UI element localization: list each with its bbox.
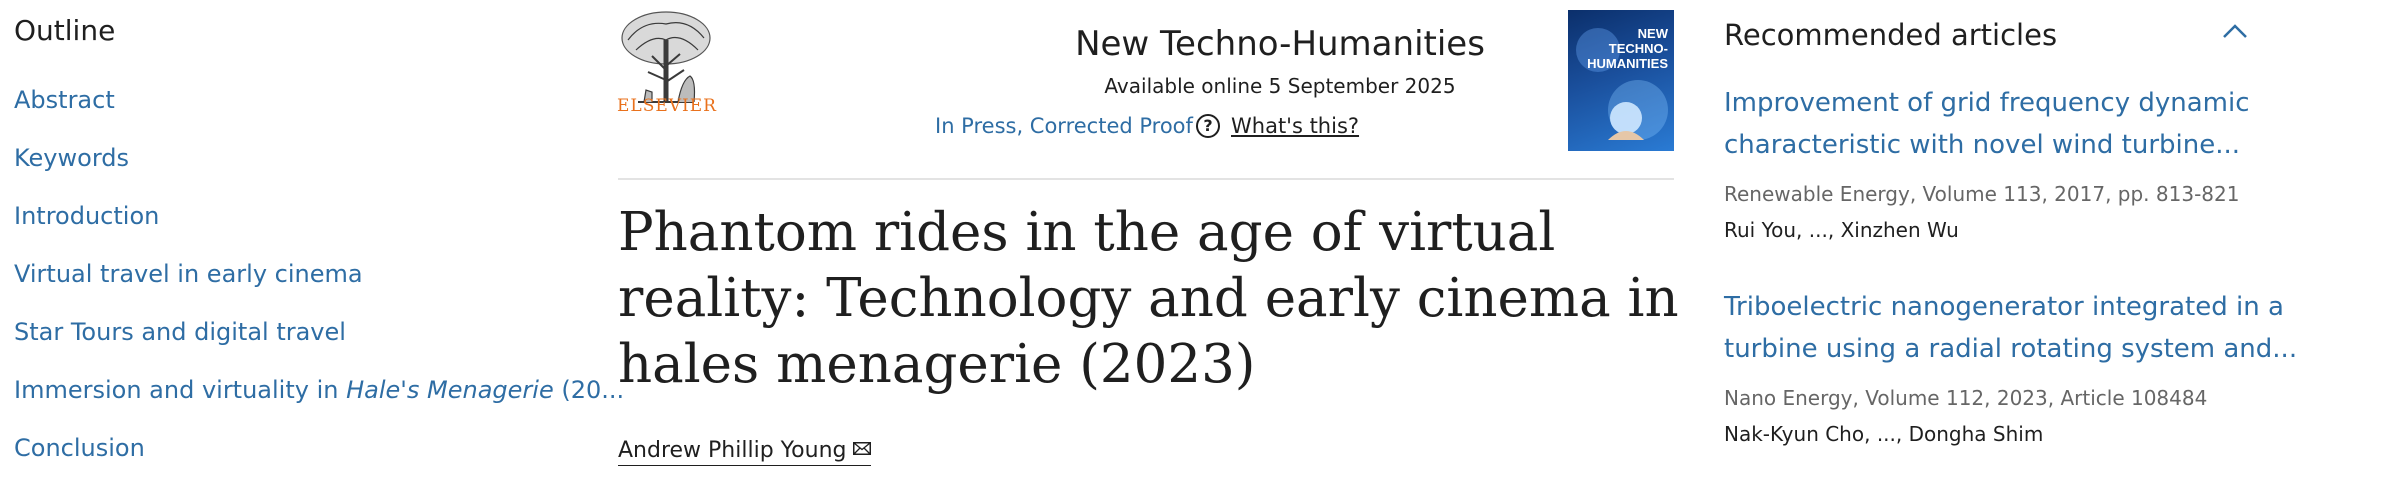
recommended-item-1-title-line-1: Improvement of grid frequency dynamic <box>1724 88 2250 118</box>
outline-item-conclusion[interactable]: Conclusion <box>14 434 624 492</box>
recommended-item-2-source: Nano Energy, Volume 112, 2023, Article 1… <box>1724 386 2208 410</box>
recommended-item-1-source: Renewable Energy, Volume 113, 2017, pp. … <box>1724 182 2240 206</box>
outline-title: Outline <box>14 14 116 47</box>
outline-item-immersion-em: Hale's Menagerie <box>346 376 554 404</box>
cover-title-line-1: NEW <box>1637 26 1668 41</box>
outline-item-introduction[interactable]: Introduction <box>14 202 624 260</box>
recommended-item-2-title-line-2: turbine using a radial rotating system a… <box>1724 334 2298 364</box>
header-divider <box>618 178 1674 180</box>
chevron-up-icon[interactable] <box>2222 22 2248 40</box>
whats-this-link[interactable]: What's this? <box>1231 114 1359 138</box>
recommended-item-2-title-line-1: Triboelectric nanogenerator integrated i… <box>1724 292 2284 322</box>
outline-item-star-tours[interactable]: Star Tours and digital travel <box>14 318 624 376</box>
help-icon[interactable]: ? <box>1196 114 1220 138</box>
author-link[interactable]: Andrew Phillip Young <box>618 438 871 466</box>
recommended-item-1-title[interactable]: Improvement of grid frequency dynamic ch… <box>1724 82 2284 166</box>
cover-title-line-3: HUMANITIES <box>1587 56 1668 71</box>
outline-item-keywords[interactable]: Keywords <box>14 144 624 202</box>
mail-icon <box>852 442 871 455</box>
recommended-item-1-authors: Rui You, ..., Xinzhen Wu <box>1724 218 1959 242</box>
recommended-title: Recommended articles <box>1724 18 2058 52</box>
outline-item-immersion-pre: Immersion and virtuality in <box>14 376 347 404</box>
elsevier-wordmark: ELSEVIER <box>617 96 717 116</box>
outline-item-virtual-travel[interactable]: Virtual travel in early cinema <box>14 260 624 318</box>
journal-cover-image[interactable]: NEW TECHNO- HUMANITIES <box>1568 10 1674 151</box>
outline-item-immersion-post: (20... <box>553 376 625 404</box>
author-name: Andrew Phillip Young <box>618 438 847 463</box>
outline-item-immersion[interactable]: Immersion and virtuality in Hale's Menag… <box>14 376 624 434</box>
cover-title-line-2: TECHNO- <box>1608 41 1668 56</box>
article-title: Phantom rides in the age of virtual real… <box>618 202 1679 395</box>
cover-title: NEW TECHNO- HUMANITIES <box>1587 26 1668 71</box>
recommended-item-2-authors: Nak-Kyun Cho, ..., Dongha Shim <box>1724 422 2044 446</box>
outline-item-abstract[interactable]: Abstract <box>14 86 624 144</box>
recommended-item-1-title-line-2: characteristic with novel wind turbine..… <box>1724 130 2241 160</box>
article-status-link[interactable]: In Press, Corrected Proof <box>935 114 1193 138</box>
recommended-item-2-title[interactable]: Triboelectric nanogenerator integrated i… <box>1724 286 2298 370</box>
outline-list: Abstract Keywords Introduction Virtual t… <box>14 86 624 492</box>
